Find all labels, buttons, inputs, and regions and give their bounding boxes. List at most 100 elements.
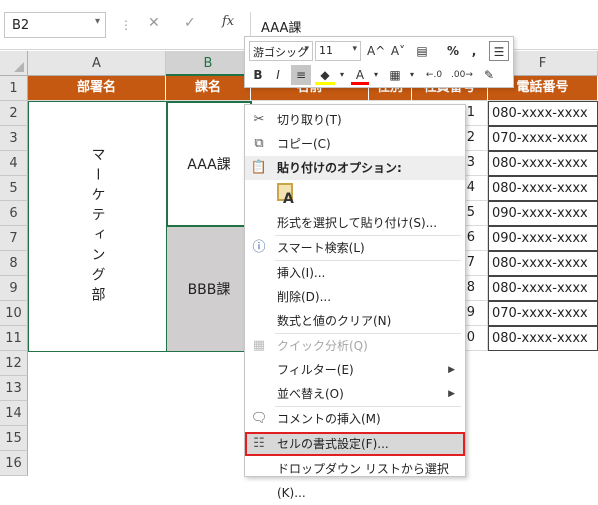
italic-button[interactable]: I bbox=[269, 65, 287, 85]
row-header[interactable]: 11 bbox=[0, 326, 28, 351]
phone-cell[interactable]: 080-xxxx-xxxx bbox=[488, 151, 598, 176]
menu-label: 貼り付けのオプション: bbox=[277, 161, 402, 175]
row-header[interactable]: 7 bbox=[0, 226, 28, 251]
column-header-b[interactable]: B bbox=[166, 51, 251, 76]
header-cell-section[interactable]: 課名 bbox=[166, 76, 251, 101]
phone-cell[interactable]: 080-xxxx-xxxx bbox=[488, 276, 598, 301]
menu-label: 並べ替え(O) bbox=[277, 387, 344, 401]
row-header[interactable]: 6 bbox=[0, 201, 28, 226]
menu-item-insert-comment[interactable]: 🗨 コメントの挿入(M) bbox=[245, 407, 465, 431]
menu-item-sort[interactable]: 並べ替え(O) ▶ bbox=[245, 382, 465, 406]
merged-cell-department[interactable]: マーケティング部 bbox=[28, 101, 167, 352]
formula-value: AAA課 bbox=[261, 21, 302, 36]
merge-center-icon[interactable]: ☰ bbox=[489, 41, 509, 61]
phone-cell[interactable]: 070-xxxx-xxxx bbox=[488, 301, 598, 326]
phone-cell[interactable]: 080-xxxx-xxxx bbox=[488, 176, 598, 201]
drag-handle-icon[interactable]: ⋮ bbox=[120, 18, 132, 32]
accounting-format-icon[interactable]: ▤ bbox=[411, 41, 433, 61]
menu-item-filter[interactable]: フィルター(E) ▶ bbox=[245, 358, 465, 382]
row-header[interactable]: 4 bbox=[0, 151, 28, 176]
copy-icon: ⧉ bbox=[254, 136, 264, 151]
menu-label: 削除(D)... bbox=[277, 290, 332, 304]
format-cells-icon: ☷ bbox=[253, 436, 265, 451]
department-name: マーケティング部 bbox=[89, 146, 106, 307]
context-menu: ✂ 切り取り(T) ⧉ コピー(C) 📋 貼り付けのオプション: A 形式を選択… bbox=[244, 104, 466, 500]
row-header[interactable]: 13 bbox=[0, 376, 28, 401]
phone-cell[interactable]: 090-xxxx-xxxx bbox=[488, 201, 598, 226]
chevron-down-icon[interactable]: ▾ bbox=[95, 16, 100, 27]
section-name-bbb: BBB課 bbox=[187, 282, 231, 298]
insert-function-icon[interactable]: fx bbox=[222, 14, 234, 29]
row-header[interactable]: 5 bbox=[0, 176, 28, 201]
menu-item-pick-from-list[interactable]: ドロップダウン リストから選択(K)... bbox=[245, 457, 465, 500]
menu-item-insert[interactable]: 挿入(I)... bbox=[245, 261, 465, 285]
phone-cell[interactable]: 080-xxxx-xxxx bbox=[488, 101, 598, 126]
select-all-button[interactable] bbox=[0, 51, 28, 76]
font-size-value: 11 bbox=[319, 44, 333, 57]
paste-icon[interactable]: A bbox=[275, 183, 297, 209]
row-header[interactable]: 14 bbox=[0, 401, 28, 426]
menu-item-clear-contents[interactable]: 数式と値のクリア(N) bbox=[245, 309, 465, 333]
menu-label: スマート検索(L) bbox=[277, 241, 365, 255]
menu-item-copy[interactable]: ⧉ コピー(C) bbox=[245, 132, 465, 156]
row-header[interactable]: 9 bbox=[0, 276, 28, 301]
chevron-down-icon[interactable]: ▾ bbox=[352, 44, 357, 54]
formula-input[interactable]: AAA課 bbox=[250, 12, 596, 38]
decrease-decimal-icon[interactable]: .00→ bbox=[451, 65, 473, 85]
menu-label: ドロップダウン リストから選択(K)... bbox=[277, 462, 449, 500]
font-select[interactable]: 游ゴシック ▾ bbox=[249, 41, 313, 61]
font-size-select[interactable]: 11 ▾ bbox=[315, 41, 361, 61]
chevron-down-icon[interactable]: ▾ bbox=[304, 44, 309, 54]
menu-label: コメントの挿入(M) bbox=[277, 412, 381, 426]
row-header[interactable]: 15 bbox=[0, 426, 28, 451]
menu-item-delete[interactable]: 削除(D)... bbox=[245, 285, 465, 309]
column-header-a[interactable]: A bbox=[28, 51, 166, 76]
menu-label: 数式と値のクリア(N) bbox=[277, 314, 392, 328]
menu-label: コピー(C) bbox=[277, 137, 331, 151]
menu-label: 挿入(I)... bbox=[277, 266, 326, 280]
chevron-down-icon[interactable]: ▾ bbox=[407, 65, 417, 85]
percent-style-button[interactable]: % bbox=[445, 41, 461, 61]
enter-icon[interactable]: ✓ bbox=[184, 15, 196, 31]
format-painter-icon[interactable]: ✎ bbox=[479, 65, 499, 85]
comma-style-button[interactable]: , bbox=[467, 41, 481, 61]
smart-lookup-icon: ⓘ bbox=[252, 240, 266, 255]
scissors-icon: ✂ bbox=[253, 112, 265, 127]
menu-item-paste-special[interactable]: 形式を選択して貼り付け(S)... bbox=[245, 211, 465, 235]
increase-decimal-icon[interactable]: ←.0 bbox=[423, 65, 445, 85]
menu-item-format-cells[interactable]: ☷ セルの書式設定(F)... bbox=[245, 432, 465, 456]
menu-item-smart-lookup[interactable]: ⓘ スマート検索(L) bbox=[245, 236, 465, 260]
center-align-icon[interactable]: ≡ bbox=[291, 65, 311, 85]
cancel-icon[interactable]: ✕ bbox=[148, 15, 160, 31]
borders-icon[interactable]: ▦ bbox=[385, 65, 405, 85]
phone-cell[interactable]: 080-xxxx-xxxx bbox=[488, 326, 598, 351]
row-header[interactable]: 12 bbox=[0, 351, 28, 376]
phone-cell[interactable]: 070-xxxx-xxxx bbox=[488, 126, 598, 151]
clipboard-icon: 📋 bbox=[250, 160, 268, 175]
row-header[interactable]: 3 bbox=[0, 126, 28, 151]
font-color-button[interactable]: A bbox=[351, 65, 369, 85]
row-header[interactable]: 8 bbox=[0, 251, 28, 276]
row-header[interactable]: 16 bbox=[0, 451, 28, 476]
chevron-down-icon[interactable]: ▾ bbox=[337, 65, 347, 85]
row-header[interactable]: 1 bbox=[0, 76, 28, 101]
phone-cell[interactable]: 080-xxxx-xxxx bbox=[488, 251, 598, 276]
menu-label: クイック分析(Q) bbox=[277, 339, 368, 353]
row-header[interactable]: 10 bbox=[0, 301, 28, 326]
decrease-font-size-button[interactable]: A˅ bbox=[389, 41, 407, 61]
merged-cell-section-aaa[interactable]: AAA課 bbox=[166, 101, 252, 227]
menu-item-cut[interactable]: ✂ 切り取り(T) bbox=[245, 108, 465, 132]
header-cell-department[interactable]: 部署名 bbox=[28, 76, 166, 101]
chevron-down-icon[interactable]: ▾ bbox=[371, 65, 381, 85]
merged-cell-section-bbb[interactable]: BBB課 bbox=[166, 226, 252, 352]
section-name-aaa: AAA課 bbox=[187, 157, 231, 173]
comment-icon: 🗨 bbox=[250, 411, 268, 426]
bold-button[interactable]: B bbox=[249, 65, 267, 85]
mini-toolbar: 游ゴシック ▾ 11 ▾ A^ A˅ ▤ % , ☰ B I ≡ ◆ ▾ A ▾… bbox=[244, 36, 514, 88]
name-box[interactable]: B2 ▾ bbox=[4, 12, 106, 38]
menu-label: フィルター(E) bbox=[277, 363, 354, 377]
fill-color-icon[interactable]: ◆ bbox=[315, 65, 335, 85]
row-header[interactable]: 2 bbox=[0, 101, 28, 126]
phone-cell[interactable]: 090-xxxx-xxxx bbox=[488, 226, 598, 251]
increase-font-size-button[interactable]: A^ bbox=[367, 41, 385, 61]
